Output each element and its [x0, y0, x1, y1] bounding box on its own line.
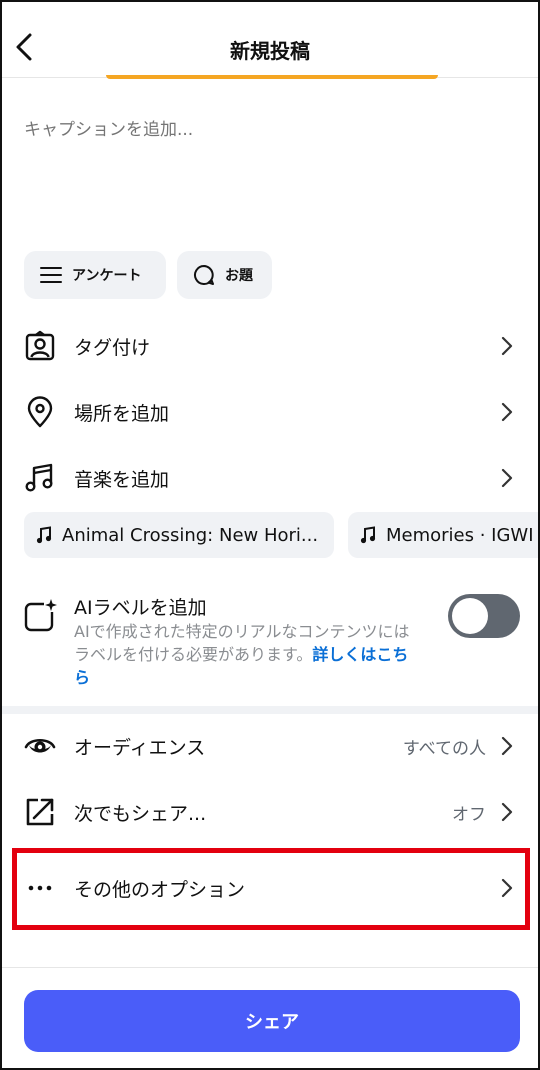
music-suggestion-label: Animal Crossing: New Hori... — [62, 524, 319, 546]
tag-people-label: タグ付け — [74, 336, 151, 359]
share-button[interactable]: シェア — [24, 990, 520, 1052]
section-divider — [2, 706, 538, 714]
speech-bubble-icon — [194, 265, 214, 285]
chevron-right-icon — [501, 336, 513, 356]
media-preview-edge — [106, 75, 438, 79]
bottom-divider — [2, 967, 538, 968]
list-icon — [40, 267, 62, 283]
music-note-icon — [36, 526, 52, 544]
eye-icon — [24, 738, 56, 753]
ai-sparkle-icon — [24, 598, 58, 632]
music-note-icon — [360, 526, 376, 544]
topic-button[interactable]: お題 — [177, 251, 272, 299]
ai-label-toggle[interactable] — [448, 594, 520, 638]
survey-label: アンケート — [72, 268, 142, 284]
also-share-label: 次でもシェア... — [74, 802, 207, 825]
chevron-right-icon — [501, 802, 513, 822]
location-pin-icon — [27, 396, 53, 428]
more-options-label: その他のオプション — [74, 878, 246, 901]
ai-label-title: AIラベルを追加 — [74, 597, 207, 619]
share-arrow-icon — [26, 798, 54, 826]
add-location-label: 場所を追加 — [74, 402, 170, 425]
toggle-knob — [452, 598, 488, 634]
music-suggestion-chip[interactable]: Memories · IGWI — [348, 512, 538, 558]
add-music-label: 音楽を追加 — [74, 468, 170, 491]
audience-value: すべての人 — [402, 738, 486, 759]
audience-row[interactable]: オーディエンス すべての人 — [2, 716, 538, 776]
music-note-icon — [25, 463, 53, 492]
chevron-right-icon — [501, 736, 513, 756]
also-share-row[interactable]: 次でもシェア... オフ — [2, 782, 538, 842]
audience-label: オーディエンス — [74, 736, 206, 759]
add-location-row[interactable]: 場所を追加 — [2, 382, 538, 442]
header: 新規投稿 — [2, 2, 538, 79]
page-title: 新規投稿 — [230, 39, 310, 63]
music-suggestion-label: Memories · IGWI — [386, 524, 534, 546]
survey-button[interactable]: アンケート — [24, 251, 166, 299]
screen: 新規投稿 アンケート お題 タグ付け — [0, 0, 540, 1070]
chevron-right-icon — [501, 402, 513, 422]
chevron-right-icon — [501, 468, 513, 488]
ai-label-description: AIで作成された特定のリアルなコンテンツにはラベルを付ける必要があります。詳しく… — [74, 620, 424, 689]
tag-people-row[interactable]: タグ付け — [2, 316, 538, 376]
more-dots-icon — [28, 885, 52, 891]
music-suggestion-chip[interactable]: Animal Crossing: New Hori... — [24, 512, 334, 558]
more-options-row[interactable]: その他のオプション — [2, 858, 538, 918]
chevron-right-icon — [501, 878, 513, 898]
caption-input[interactable] — [24, 120, 514, 140]
person-tag-icon — [25, 330, 55, 361]
ai-label-section: AIラベルを追加 AIで作成された特定のリアルなコンテンツにはラベルを付ける必要… — [2, 590, 538, 690]
also-share-value: オフ — [452, 804, 486, 825]
add-music-row[interactable]: 音楽を追加 — [2, 448, 538, 508]
topic-label: お題 — [225, 268, 253, 284]
